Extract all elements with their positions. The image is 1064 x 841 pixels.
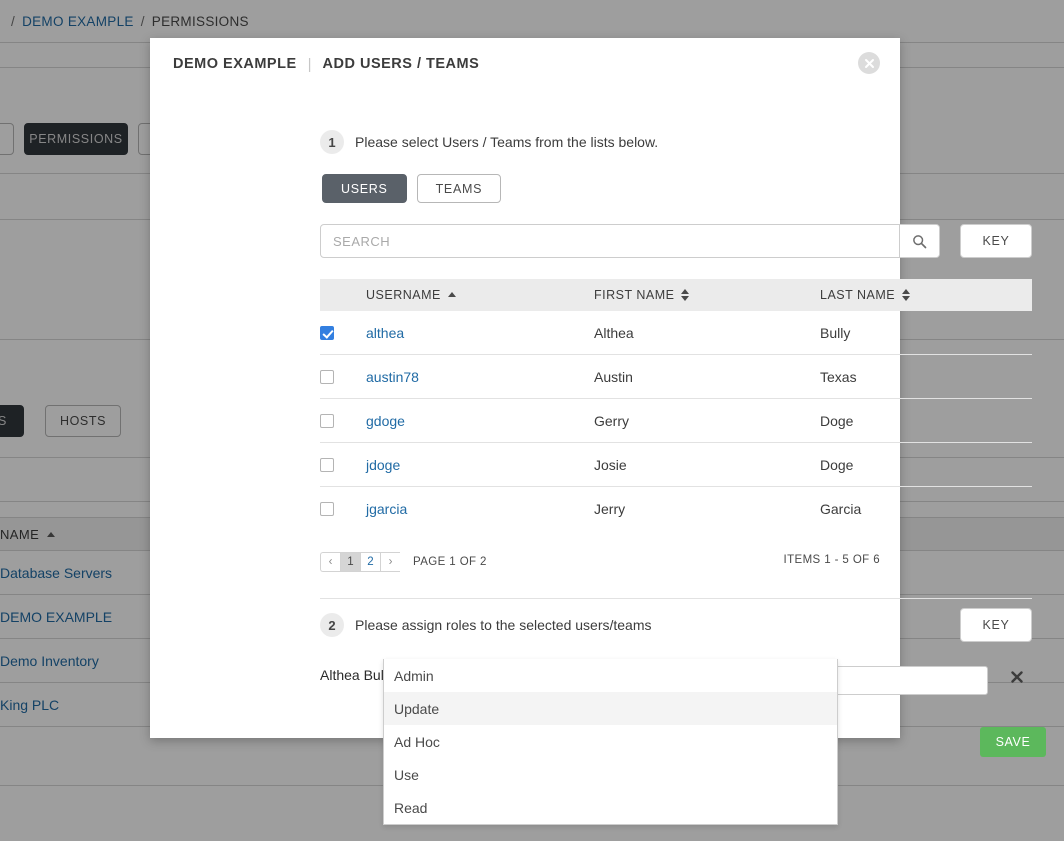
- add-users-teams-modal: DEMO EXAMPLE | ADD USERS / TEAMS 1 Pleas…: [150, 38, 1046, 757]
- cell-last-name: Doge: [820, 456, 854, 473]
- row-checkbox[interactable]: [320, 457, 334, 472]
- pagination-prev-button[interactable]: ‹: [320, 552, 340, 572]
- cell-username[interactable]: jgarcia: [366, 501, 594, 517]
- cell-last-name: Doge: [820, 412, 854, 429]
- step-1-text: Please select Users / Teams from the lis…: [355, 134, 659, 150]
- pagination-items-label: ITEMS 1 - 5 OF 6: [783, 554, 880, 566]
- row-checkbox[interactable]: [320, 369, 334, 384]
- step-2-number: 2: [320, 613, 344, 637]
- cell-last-name: Texas: [820, 368, 857, 385]
- column-header-last-name[interactable]: LAST NAME: [820, 288, 1032, 302]
- cell-first-name: Althea: [594, 324, 634, 341]
- cell-username[interactable]: althea: [366, 325, 594, 341]
- sort-ascending-icon: [447, 292, 456, 297]
- modal-title-context: DEMO EXAMPLE: [173, 56, 297, 72]
- cell-username[interactable]: jdoge: [366, 457, 594, 473]
- search-icon[interactable]: [899, 225, 939, 257]
- roles-option-use[interactable]: Use: [384, 758, 837, 791]
- row-checkbox-cell: [320, 457, 366, 472]
- key-button-bottom[interactable]: KEY: [960, 608, 1032, 642]
- search-input[interactable]: [321, 225, 899, 257]
- step-1-row: 1 Please select Users / Teams from the l…: [320, 130, 658, 154]
- entity-type-tabs: USERS TEAMS: [322, 174, 502, 203]
- roles-dropdown-menu: Admin Update Ad Hoc Use Read: [383, 659, 838, 825]
- cell-username[interactable]: gdoge: [366, 413, 594, 429]
- modal-title-separator: |: [307, 55, 312, 73]
- table-row[interactable]: jdoge Josie Doge: [320, 443, 1032, 487]
- cell-first-name: Josie: [594, 456, 627, 473]
- pagination-page-2[interactable]: 2: [360, 552, 380, 572]
- cell-last-name: Garcia: [820, 501, 862, 517]
- table-row[interactable]: althea Althea Bully: [320, 311, 1032, 355]
- cell-first-name: Austin: [594, 368, 633, 385]
- row-checkbox[interactable]: [320, 413, 334, 428]
- row-checkbox-cell: [320, 502, 366, 516]
- roles-option-admin[interactable]: Admin: [384, 659, 837, 692]
- save-button[interactable]: SAVE: [980, 727, 1046, 757]
- row-checkbox[interactable]: [320, 502, 334, 516]
- cell-first-name: Jerry: [594, 501, 626, 517]
- cell-username[interactable]: austin78: [366, 369, 594, 385]
- pagination: ‹ 1 2 › PAGE 1 OF 2: [320, 552, 487, 572]
- column-header-first-name[interactable]: FIRST NAME: [594, 288, 820, 302]
- table-row[interactable]: jgarcia Jerry Garcia: [320, 487, 1032, 531]
- pagination-next-button[interactable]: ›: [380, 552, 400, 572]
- close-icon[interactable]: [858, 52, 880, 74]
- tab-users[interactable]: USERS: [322, 174, 407, 203]
- step-1-number: 1: [320, 130, 344, 154]
- column-header-last-name-label: LAST NAME: [820, 288, 896, 302]
- row-checkbox-cell: [320, 369, 366, 384]
- users-table-header: USERNAME FIRST NAME LAST NAME: [320, 279, 1032, 311]
- row-checkbox-cell: [320, 325, 366, 340]
- row-checkbox-cell: [320, 413, 366, 428]
- table-row[interactable]: austin78 Austin Texas: [320, 355, 1032, 399]
- key-button-top[interactable]: KEY: [960, 224, 1032, 258]
- column-header-first-name-label: FIRST NAME: [594, 288, 675, 302]
- remove-assignment-icon[interactable]: [1010, 670, 1024, 687]
- sort-both-icon: [681, 289, 690, 301]
- cell-first-name: Gerry: [594, 412, 629, 429]
- search-bar: [320, 224, 940, 258]
- cell-last-name: Bully: [820, 324, 851, 341]
- column-header-username-label: USERNAME: [366, 288, 441, 302]
- table-row[interactable]: gdoge Gerry Doge: [320, 399, 1032, 443]
- column-header-username[interactable]: USERNAME: [366, 288, 594, 302]
- roles-option-ad-hoc[interactable]: Ad Hoc: [384, 725, 837, 758]
- pagination-page-label: PAGE 1 OF 2: [413, 556, 487, 568]
- roles-option-read[interactable]: Read: [384, 791, 837, 824]
- row-checkbox[interactable]: [320, 325, 334, 340]
- step-2-row: 2 Please assign roles to the selected us…: [320, 613, 652, 637]
- modal-header: DEMO EXAMPLE | ADD USERS / TEAMS: [150, 38, 900, 90]
- tab-teams[interactable]: TEAMS: [416, 174, 502, 203]
- modal-title-action: ADD USERS / TEAMS: [322, 56, 480, 72]
- roles-option-update[interactable]: Update: [384, 692, 837, 725]
- pagination-page-1[interactable]: 1: [340, 552, 360, 572]
- users-table: USERNAME FIRST NAME LAST NAME althea Alt…: [320, 279, 1032, 531]
- section-divider: [320, 598, 1032, 599]
- sort-both-icon: [902, 289, 911, 301]
- step-2-text: Please assign roles to the selected user…: [355, 617, 652, 633]
